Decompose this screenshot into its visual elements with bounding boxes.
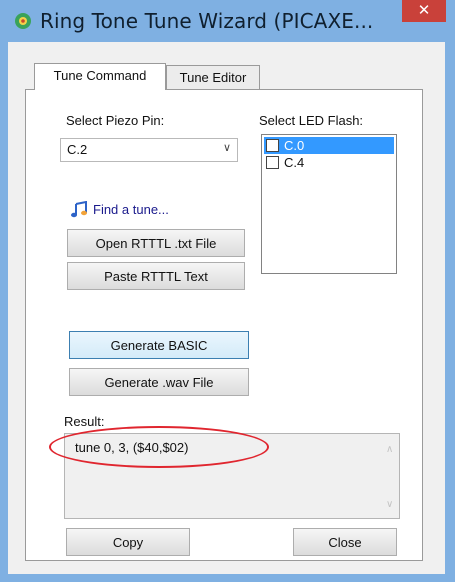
list-item-c0[interactable]: C.0 (264, 137, 394, 154)
piezo-pin-select[interactable]: C.2 ∨ (60, 138, 238, 162)
generate-wav-button[interactable]: Generate .wav File (69, 368, 249, 396)
find-tune-label: Find a tune... (93, 202, 169, 217)
open-rtttl-button[interactable]: Open RTTTL .txt File (67, 229, 245, 257)
tab-label: Tune Command (53, 68, 147, 83)
list-item-label: C.0 (284, 138, 305, 153)
piezo-pin-value: C.2 (67, 142, 88, 157)
checkbox-c4[interactable] (266, 156, 279, 169)
checkbox-c0[interactable] (266, 139, 279, 152)
led-flash-list[interactable]: C.0 C.4 (261, 134, 397, 274)
tab-tune-command[interactable]: Tune Command (34, 63, 166, 90)
window-title: Ring Tone Tune Wizard (PICAXE... (40, 9, 374, 33)
paste-rtttl-button[interactable]: Paste RTTTL Text (67, 262, 245, 290)
list-item-c4[interactable]: C.4 (264, 154, 394, 171)
copy-button[interactable]: Copy (66, 528, 190, 556)
chevron-down-icon: ∨ (222, 142, 231, 154)
list-item-label: C.4 (284, 155, 305, 170)
chevron-down-icon[interactable]: ∨ (386, 499, 393, 510)
music-note-icon (71, 201, 87, 218)
close-button[interactable]: Close (293, 528, 397, 556)
title-bar: Ring Tone Tune Wizard (PICAXE... ✕ (0, 0, 455, 42)
piezo-pin-label: Select Piezo Pin: (66, 113, 165, 128)
tab-label: Tune Editor (179, 70, 247, 85)
annotation-ellipse (49, 426, 269, 468)
app-icon (15, 13, 31, 29)
chevron-up-icon[interactable]: ∧ (386, 444, 393, 455)
result-scrollbar[interactable]: ∧ ∨ (382, 434, 399, 518)
result-label: Result: (64, 414, 105, 429)
generate-basic-button[interactable]: Generate BASIC (69, 331, 249, 359)
led-flash-label: Select LED Flash: (259, 113, 364, 128)
tab-tune-editor[interactable]: Tune Editor (166, 65, 260, 90)
window-close-button[interactable]: ✕ (402, 0, 446, 22)
